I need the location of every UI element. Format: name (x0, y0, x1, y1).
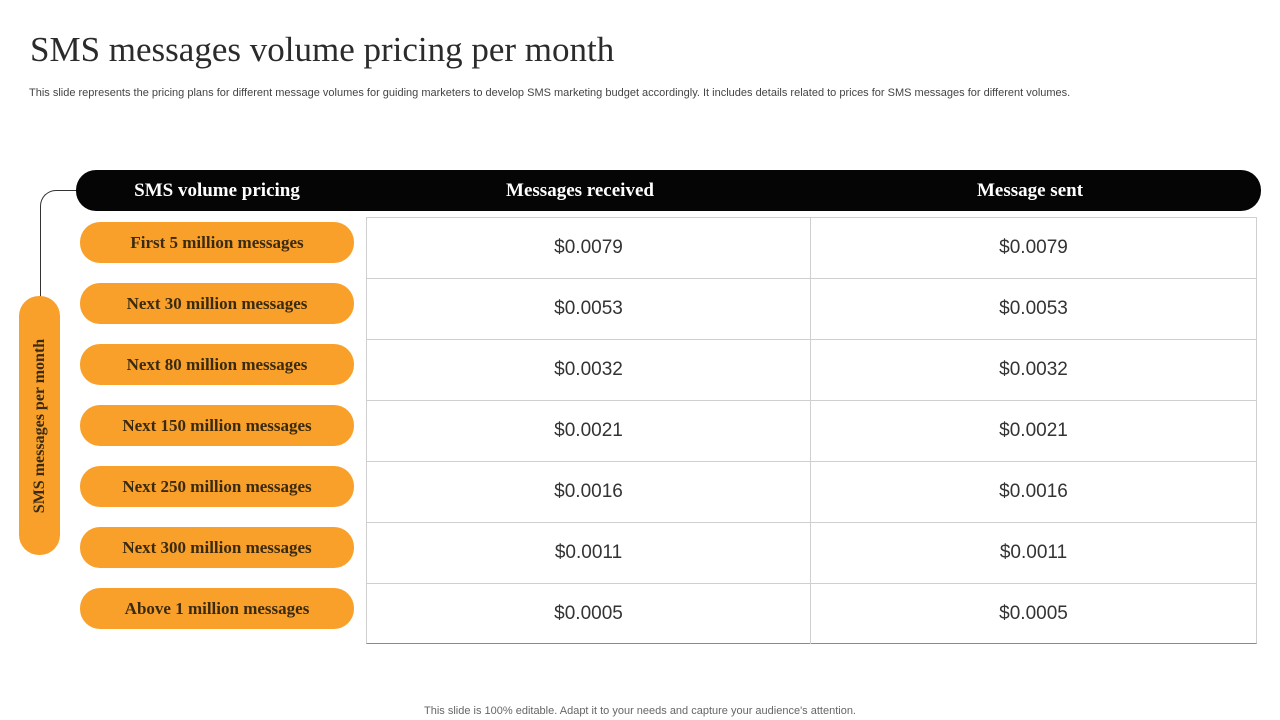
slide-subtitle: This slide represents the pricing plans … (29, 87, 1071, 99)
table-row: $0.0011 $0.0011 (366, 522, 1257, 583)
cell-received: $0.0053 (367, 279, 811, 339)
header-message-sent: Message sent (976, 180, 1084, 201)
cell-sent: $0.0079 (999, 237, 1068, 258)
cell-received: $0.0016 (367, 462, 811, 522)
table-row: $0.0053 $0.0053 (366, 278, 1257, 339)
header-messages-received: Messages received (506, 180, 654, 201)
side-label-text: SMS messages per month (30, 338, 48, 513)
table-header-bar: SMS volume pricing Messages received Mes… (76, 170, 1261, 211)
tier-pill-6: Next 300 million messages (80, 527, 354, 568)
side-label-pill: SMS messages per month (19, 296, 60, 555)
cell-received: $0.0021 (367, 401, 811, 461)
slide-footer: This slide is 100% editable. Adapt it to… (424, 705, 856, 717)
cell-received: $0.0011 (367, 523, 811, 583)
pricing-table: $0.0079 $0.0079 $0.0053 $0.0053 $0.0032 … (366, 217, 1257, 644)
cell-sent: $0.0032 (999, 359, 1068, 380)
slide-title: SMS messages volume pricing per month (30, 30, 615, 69)
tier-pill-4: Next 150 million messages (80, 405, 354, 446)
tier-pill-2: Next 30 million messages (80, 283, 354, 324)
cell-received: $0.0079 (367, 218, 811, 278)
header-volume-pricing: SMS volume pricing (134, 180, 300, 201)
cell-received: $0.0005 (367, 584, 811, 644)
cell-sent: $0.0021 (999, 420, 1068, 441)
tier-pill-5: Next 250 million messages (80, 466, 354, 507)
tier-pill-1: First 5 million messages (80, 222, 354, 263)
cell-sent: $0.0005 (999, 603, 1068, 624)
cell-sent: $0.0053 (999, 298, 1068, 319)
table-row: $0.0005 $0.0005 (366, 583, 1257, 644)
tier-pill-3: Next 80 million messages (80, 344, 354, 385)
tier-pill-7: Above 1 million messages (80, 588, 354, 629)
cell-sent: $0.0011 (999, 542, 1068, 563)
table-row: $0.0032 $0.0032 (366, 339, 1257, 400)
table-row: $0.0021 $0.0021 (366, 400, 1257, 461)
table-row: $0.0079 $0.0079 (366, 217, 1257, 278)
cell-received: $0.0032 (367, 340, 811, 400)
connector-line (40, 190, 80, 298)
cell-sent: $0.0016 (999, 481, 1068, 502)
table-row: $0.0016 $0.0016 (366, 461, 1257, 522)
